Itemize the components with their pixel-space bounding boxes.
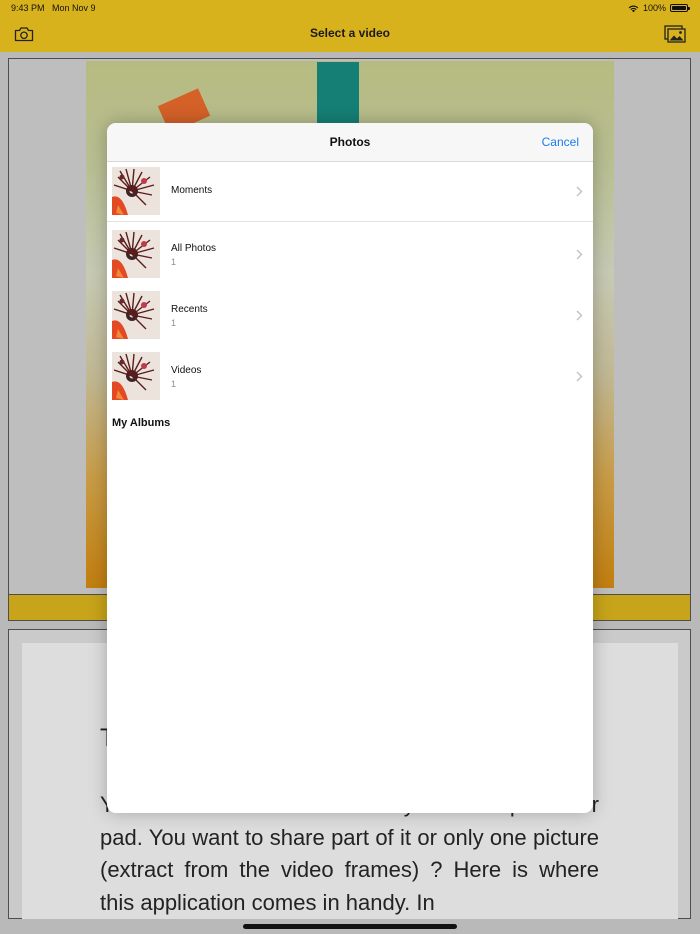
wifi-icon bbox=[628, 5, 639, 12]
status-indicators: 100% bbox=[628, 3, 690, 13]
photo-gallery-icon[interactable] bbox=[664, 25, 686, 43]
divider bbox=[107, 221, 593, 222]
album-thumbnail bbox=[112, 291, 160, 339]
album-count: 1 bbox=[171, 379, 177, 389]
photos-picker-sheet: Photos Cancel Moments All Photos 1 Recen… bbox=[107, 123, 593, 813]
album-name: Moments bbox=[171, 185, 213, 196]
chevron-right-icon bbox=[576, 310, 583, 321]
battery-icon bbox=[670, 4, 690, 12]
album-count: 1 bbox=[171, 318, 177, 328]
chevron-right-icon bbox=[576, 371, 583, 382]
album-name: Videos bbox=[171, 365, 202, 376]
chevron-right-icon bbox=[576, 249, 583, 260]
album-row-videos[interactable]: Videos 1 bbox=[107, 346, 593, 407]
album-thumbnail bbox=[112, 167, 160, 215]
battery-percent: 100% bbox=[642, 3, 666, 13]
status-date: Mon Nov 9 bbox=[52, 3, 96, 13]
album-row-recents[interactable]: Recents 1 bbox=[107, 285, 593, 346]
album-row-moments[interactable]: Moments bbox=[107, 161, 593, 222]
sheet-title: Photos bbox=[329, 135, 371, 149]
album-thumbnail bbox=[112, 230, 160, 278]
sheet-header: Photos Cancel bbox=[107, 123, 593, 162]
album-count: 1 bbox=[171, 257, 177, 267]
album-name: Recents bbox=[171, 304, 208, 315]
album-row-all-photos[interactable]: All Photos 1 bbox=[107, 224, 593, 285]
album-thumbnail bbox=[112, 352, 160, 400]
chevron-right-icon bbox=[576, 186, 583, 197]
album-name: All Photos bbox=[171, 243, 217, 254]
page-title: Select a video bbox=[309, 26, 391, 40]
my-albums-section-title: My Albums bbox=[112, 417, 171, 429]
status-time: 9:43 PM bbox=[11, 3, 45, 13]
navigation-bar: 9:43 PM Mon Nov 9 100% Select a video bbox=[0, 0, 700, 52]
home-indicator[interactable] bbox=[243, 924, 457, 929]
cancel-button[interactable]: Cancel bbox=[542, 135, 579, 149]
